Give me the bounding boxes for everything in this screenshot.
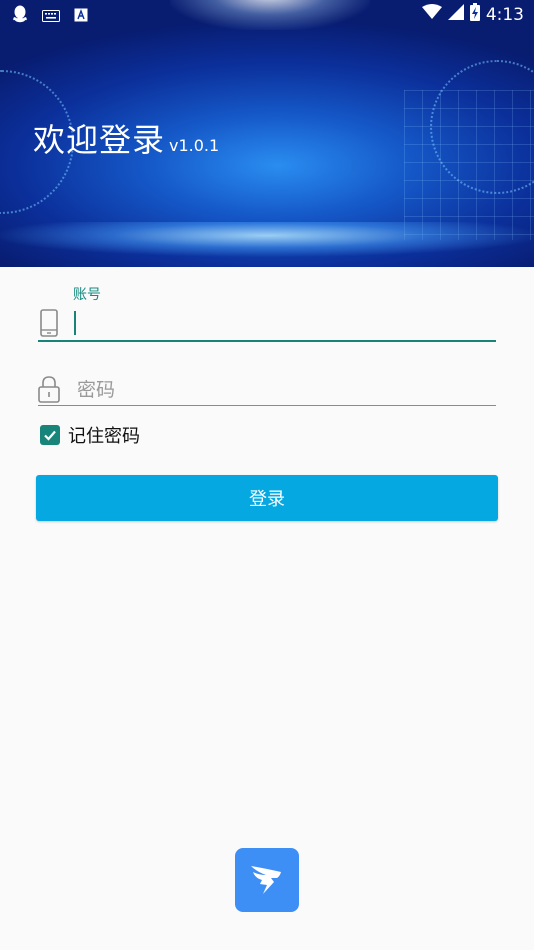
password-placeholder[interactable]: 密码: [77, 375, 115, 402]
remember-label[interactable]: 记住密码: [68, 422, 140, 448]
remember-password[interactable]: 记住密码: [40, 422, 140, 448]
status-time: 4:13: [485, 4, 524, 25]
lock-icon: [38, 374, 60, 404]
banner-grid: [404, 90, 534, 240]
app-logo: [235, 848, 299, 912]
header-banner: 4:13 欢迎登录 v1.0.1: [0, 0, 534, 267]
font-icon: [74, 7, 88, 27]
version-label: v1.0.1: [169, 136, 220, 155]
header-title-group: 欢迎登录 v1.0.1: [33, 115, 219, 161]
keyboard-icon: [42, 7, 60, 27]
wifi-icon: [421, 4, 442, 25]
banner-horizon: [0, 222, 534, 267]
phone-icon: [38, 308, 60, 338]
login-button[interactable]: 登录: [36, 475, 498, 521]
page-title: 欢迎登录: [33, 121, 166, 159]
password-field[interactable]: 密码: [38, 372, 496, 406]
signal-icon: [447, 4, 464, 25]
text-cursor: [74, 311, 76, 335]
status-bar: 4:13: [0, 0, 534, 28]
dingtalk-icon: [247, 858, 287, 902]
account-field[interactable]: [38, 306, 496, 342]
account-field-label: 账号: [73, 287, 101, 303]
battery-charging-icon: [469, 3, 480, 26]
qq-icon: [12, 5, 28, 28]
remember-checkbox[interactable]: [40, 425, 60, 445]
